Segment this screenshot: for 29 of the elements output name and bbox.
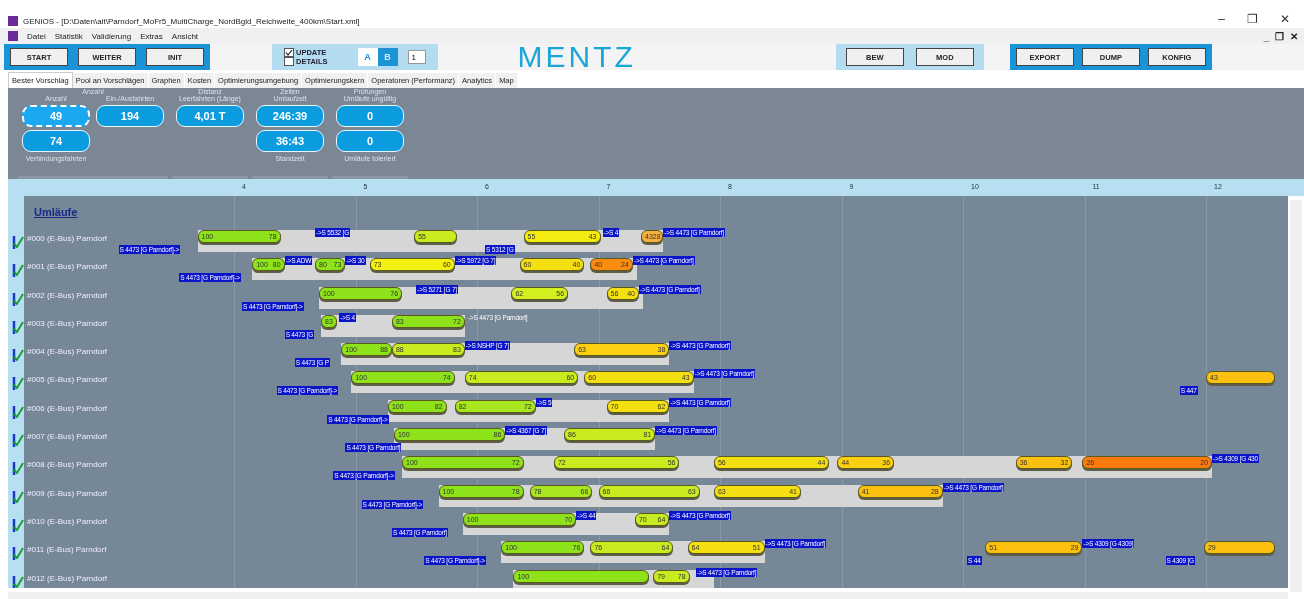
checkbox[interactable] [284,57,294,66]
menu-item[interactable]: Statistik [54,31,83,41]
spinner-field[interactable]: 1 [407,50,426,64]
check-icon [12,573,24,588]
menu-item[interactable]: Ansicht [171,31,199,41]
window-control[interactable]: ❐ [1275,30,1284,42]
check-icon [12,262,24,279]
logo: MENTZ [517,44,636,70]
check-icon [12,460,24,477]
window-control[interactable]: ✕ [1290,30,1298,42]
check-icon [12,318,24,335]
menu-item[interactable]: Datei [27,31,46,41]
check-icon [12,403,24,420]
menu-item[interactable]: Validierung [91,31,132,41]
check-icon [12,234,24,250]
window-control[interactable]: ✕ [1280,12,1290,26]
checkbox[interactable] [284,48,294,57]
check-icon [12,432,24,449]
window-control[interactable]: – [1218,12,1225,26]
check-icon [12,347,24,364]
check-icon [12,516,24,533]
menu-item[interactable]: Extras [140,31,163,41]
check-icon [12,545,24,562]
window-title: GENIOS - [D:\Daten\ait\Parndorf_MoFr5_MultiCharge_NordBgld_Reichweite_400km\Start.xml] [23,17,360,26]
check-icon [12,488,24,505]
check-icon [12,375,24,392]
window-control[interactable]: ❐ [1247,12,1258,26]
check-icon [12,290,24,307]
window-control[interactable]: _ [1263,30,1269,42]
